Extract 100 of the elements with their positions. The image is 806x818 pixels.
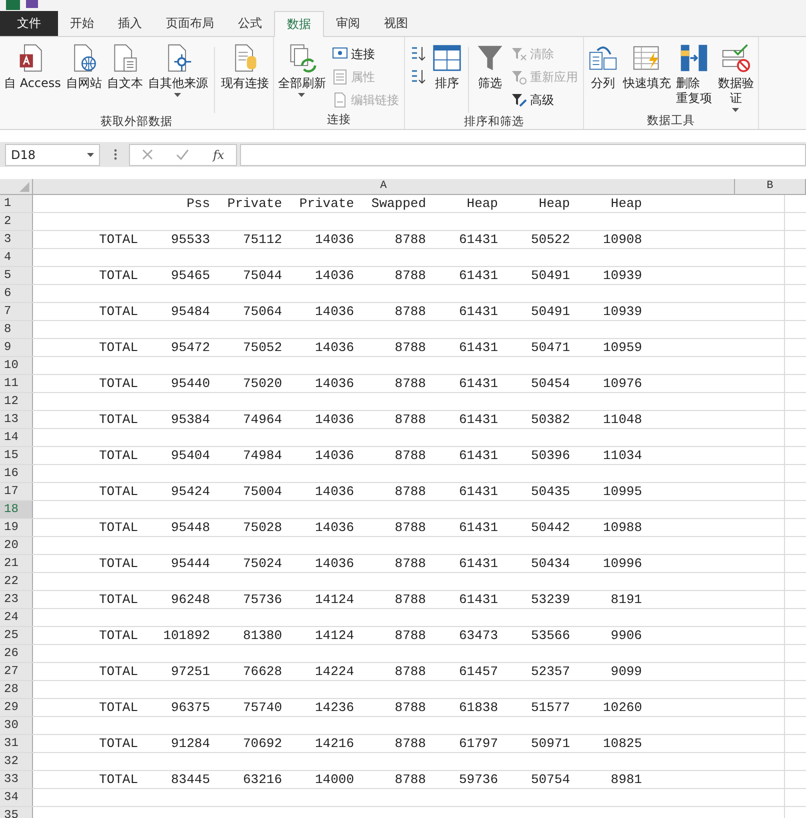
row-header[interactable]: 7 [0, 303, 33, 320]
row-header[interactable]: 28 [0, 681, 33, 698]
row-header[interactable]: 34 [0, 789, 33, 806]
formula-input[interactable] [240, 144, 806, 166]
clear-filter-icon [510, 46, 527, 62]
row-header[interactable]: 12 [0, 393, 33, 410]
table-cell: 75028 [242, 520, 282, 535]
ribbon-button[interactable]: 排序 [430, 43, 464, 91]
table-cell: 10825 [602, 736, 642, 751]
row-header[interactable]: 9 [0, 339, 33, 356]
table-cell: TOTAL [98, 628, 138, 643]
row-header[interactable]: 20 [0, 537, 33, 554]
ribbon-button[interactable]: 自文本 [104, 43, 145, 91]
table-cell: 70692 [242, 736, 282, 751]
row-header[interactable]: 23 [0, 591, 33, 608]
row-header[interactable]: 26 [0, 645, 33, 662]
table-cell: 11034 [602, 448, 642, 463]
row-header[interactable]: 8 [0, 321, 33, 338]
row-header[interactable]: 24 [0, 609, 33, 626]
table-cell: 61431 [458, 448, 498, 463]
ribbon-tab[interactable]: 插入 [106, 11, 154, 36]
table-cell: 50454 [530, 376, 570, 391]
table-cell: 10939 [602, 268, 642, 283]
row-header[interactable]: 29 [0, 699, 33, 716]
row-header[interactable]: 17 [0, 483, 33, 500]
table-cell: Swapped [371, 196, 426, 211]
ribbon-button[interactable]: 自 Access [2, 43, 63, 91]
ribbon-button[interactable]: 自网站 [64, 43, 104, 91]
column-header[interactable]: A [33, 179, 735, 194]
reapply-filter-icon [510, 69, 527, 85]
ribbon-button[interactable]: 全部刷新 [276, 43, 328, 97]
table-cell: TOTAL [98, 592, 138, 607]
ribbon-tab[interactable]: 视图 [372, 11, 420, 36]
table-cell: 10939 [602, 304, 642, 319]
row-header[interactable]: 30 [0, 717, 33, 734]
table-cell: 76628 [242, 664, 282, 679]
table-cell: 52357 [530, 664, 570, 679]
table-cell: TOTAL [98, 232, 138, 247]
table-cell: 14000 [314, 772, 354, 787]
ribbon-tab[interactable]: 公式 [226, 11, 274, 36]
row-header[interactable]: 33 [0, 771, 33, 788]
table-cell: 50435 [530, 484, 570, 499]
row-header[interactable]: 5 [0, 267, 33, 284]
name-box[interactable]: D18 [5, 144, 100, 166]
ribbon-button[interactable]: 快速填充 [620, 43, 673, 91]
row-header[interactable]: 4 [0, 249, 33, 266]
data-validation-icon [720, 43, 751, 73]
ribbon-button[interactable]: 筛选 [472, 43, 507, 91]
row-header[interactable]: 22 [0, 573, 33, 590]
ribbon-button[interactable]: 分列 [586, 43, 620, 91]
table-cell: 95384 [170, 412, 210, 427]
row-header[interactable]: 21 [0, 555, 33, 572]
table-cell: 96375 [170, 700, 210, 715]
ribbon-small-button[interactable]: 高级 [508, 89, 581, 111]
row-header[interactable]: 25 [0, 627, 33, 644]
more-icon[interactable] [114, 149, 117, 160]
ribbon-button[interactable]: 现有连接 [218, 43, 271, 91]
row-header[interactable]: 2 [0, 213, 33, 230]
checkmark-icon[interactable] [176, 149, 190, 160]
sort-descending-icon [410, 69, 426, 85]
table-cell: 8788 [394, 772, 426, 787]
row-header[interactable]: 32 [0, 753, 33, 770]
close-icon[interactable] [142, 149, 153, 160]
row-header[interactable]: 11 [0, 375, 33, 392]
table-cell: 61797 [458, 736, 498, 751]
row-header[interactable]: 18 [0, 501, 33, 518]
table-cell: 63216 [242, 772, 282, 787]
ribbon-tab[interactable]: 文件 [0, 11, 58, 36]
ribbon-button[interactable]: 数据验证 [716, 43, 756, 112]
column-header[interactable]: B [734, 179, 806, 194]
insert-function-button[interactable]: fx [212, 148, 224, 162]
table-cell: Heap [538, 196, 570, 211]
ribbon-tab[interactable]: 开始 [58, 11, 106, 36]
table-cell: 95424 [170, 484, 210, 499]
row-header[interactable]: 3 [0, 231, 33, 248]
row-header[interactable]: 10 [0, 357, 33, 374]
row-header[interactable]: 31 [0, 735, 33, 752]
sort-ascending-icon [410, 46, 426, 62]
row-header[interactable]: 6 [0, 285, 33, 302]
ribbon-button[interactable]: 自其他来源 [146, 43, 210, 97]
row-header[interactable]: 27 [0, 663, 33, 680]
table-cell: 14036 [314, 484, 354, 499]
ribbon-small-button[interactable]: 连接 [328, 43, 402, 65]
row-header[interactable]: 16 [0, 465, 33, 482]
row-header[interactable]: 35 [0, 807, 33, 818]
row-header[interactable]: 1 [0, 195, 33, 212]
ribbon-tab[interactable]: 页面布局 [154, 11, 226, 36]
ribbon-button[interactable]: 删除重复项 [674, 43, 714, 106]
row-header[interactable]: 14 [0, 429, 33, 446]
row-header[interactable]: 13 [0, 411, 33, 428]
ribbon-tab[interactable]: 审阅 [324, 11, 372, 36]
table-cell: 8788 [394, 232, 426, 247]
table-cell: 97251 [170, 664, 210, 679]
ribbon-tab[interactable]: 数据 [274, 11, 324, 37]
table-cell: 75112 [242, 232, 282, 247]
table-cell: 50491 [530, 268, 570, 283]
table-cell: 10996 [602, 556, 642, 571]
row-header[interactable]: 19 [0, 519, 33, 536]
row-header[interactable]: 15 [0, 447, 33, 464]
table-cell: 61838 [458, 700, 498, 715]
